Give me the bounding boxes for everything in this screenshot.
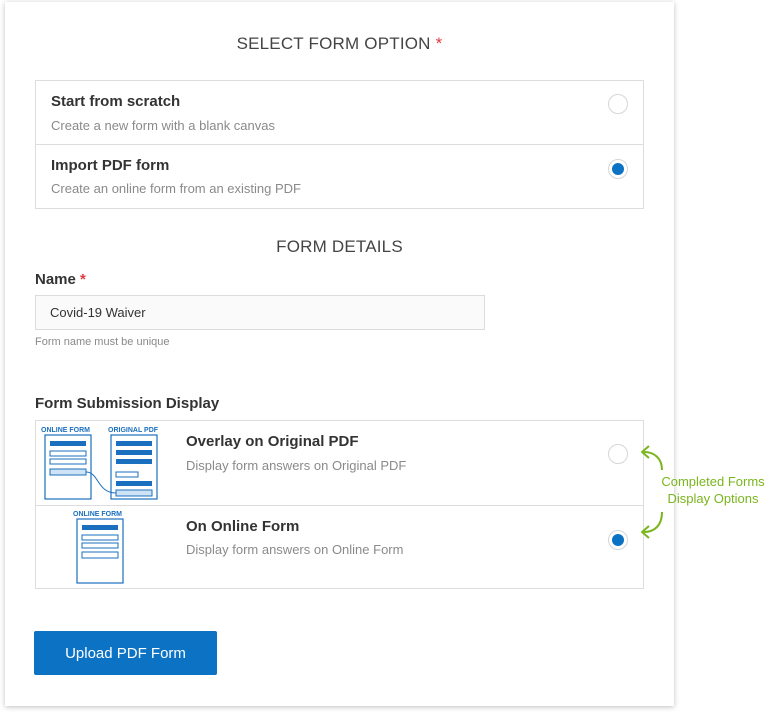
- option-overlay-original-pdf[interactable]: ONLINE FORM ORIGINAL PDF Overlay on Orig…: [36, 421, 643, 506]
- option-import-pdf[interactable]: Import PDF form Create an online form fr…: [36, 145, 643, 208]
- form-option-group: Start from scratch Create a new form wit…: [35, 80, 644, 209]
- thumb-label-original-pdf: ORIGINAL PDF: [108, 427, 159, 434]
- form-details-title: FORM DETAILS: [276, 237, 403, 256]
- name-input[interactable]: [35, 295, 485, 330]
- name-helper-text: Form name must be unique: [35, 336, 170, 348]
- option-description: Create an online form from an existing P…: [51, 181, 301, 196]
- option-description: Display form answers on Online Form: [186, 542, 404, 557]
- option-title: Overlay on Original PDF: [186, 433, 359, 450]
- option-title: Import PDF form: [51, 157, 170, 174]
- submission-display-label: Form Submission Display: [35, 395, 220, 412]
- thumb-label-online-form: ONLINE FORM: [73, 511, 122, 518]
- required-mark: *: [435, 34, 443, 53]
- option-description: Display form answers on Original PDF: [186, 458, 407, 473]
- online-form-diagram-icon: ONLINE FORM: [73, 511, 124, 584]
- annotation-completed-forms: Completed Forms Display Options: [640, 473, 769, 507]
- option-description: Create a new form with a blank canvas: [51, 118, 275, 133]
- radio-overlay-original-pdf[interactable]: [608, 444, 628, 464]
- option-start-from-scratch[interactable]: Start from scratch Create a new form wit…: [36, 81, 643, 145]
- required-mark: *: [80, 271, 86, 288]
- annotation-line-1: Completed Forms: [661, 474, 765, 489]
- name-label: Name *: [35, 271, 86, 288]
- form-overlay-diagram-icon: ONLINE FORM ORIGINAL PDF: [41, 427, 159, 500]
- option-title: Start from scratch: [51, 93, 181, 110]
- option-on-online-form[interactable]: ONLINE FORM On Online Form Display form …: [36, 506, 643, 588]
- radio-start-from-scratch[interactable]: [608, 94, 628, 114]
- radio-on-online-form[interactable]: [608, 530, 628, 550]
- option-title: On Online Form: [186, 518, 300, 535]
- form-card: SELECT FORM OPTION * Start from scratch …: [5, 2, 674, 706]
- thumb-label-online-form: ONLINE FORM: [41, 427, 90, 434]
- upload-pdf-form-button[interactable]: Upload PDF Form: [34, 631, 217, 675]
- submission-display-group: ONLINE FORM ORIGINAL PDF Overlay on Orig…: [35, 420, 644, 589]
- annotation-line-2: Display Options: [667, 491, 759, 506]
- select-form-option-title: SELECT FORM OPTION *: [236, 34, 443, 53]
- radio-import-pdf[interactable]: [608, 159, 628, 179]
